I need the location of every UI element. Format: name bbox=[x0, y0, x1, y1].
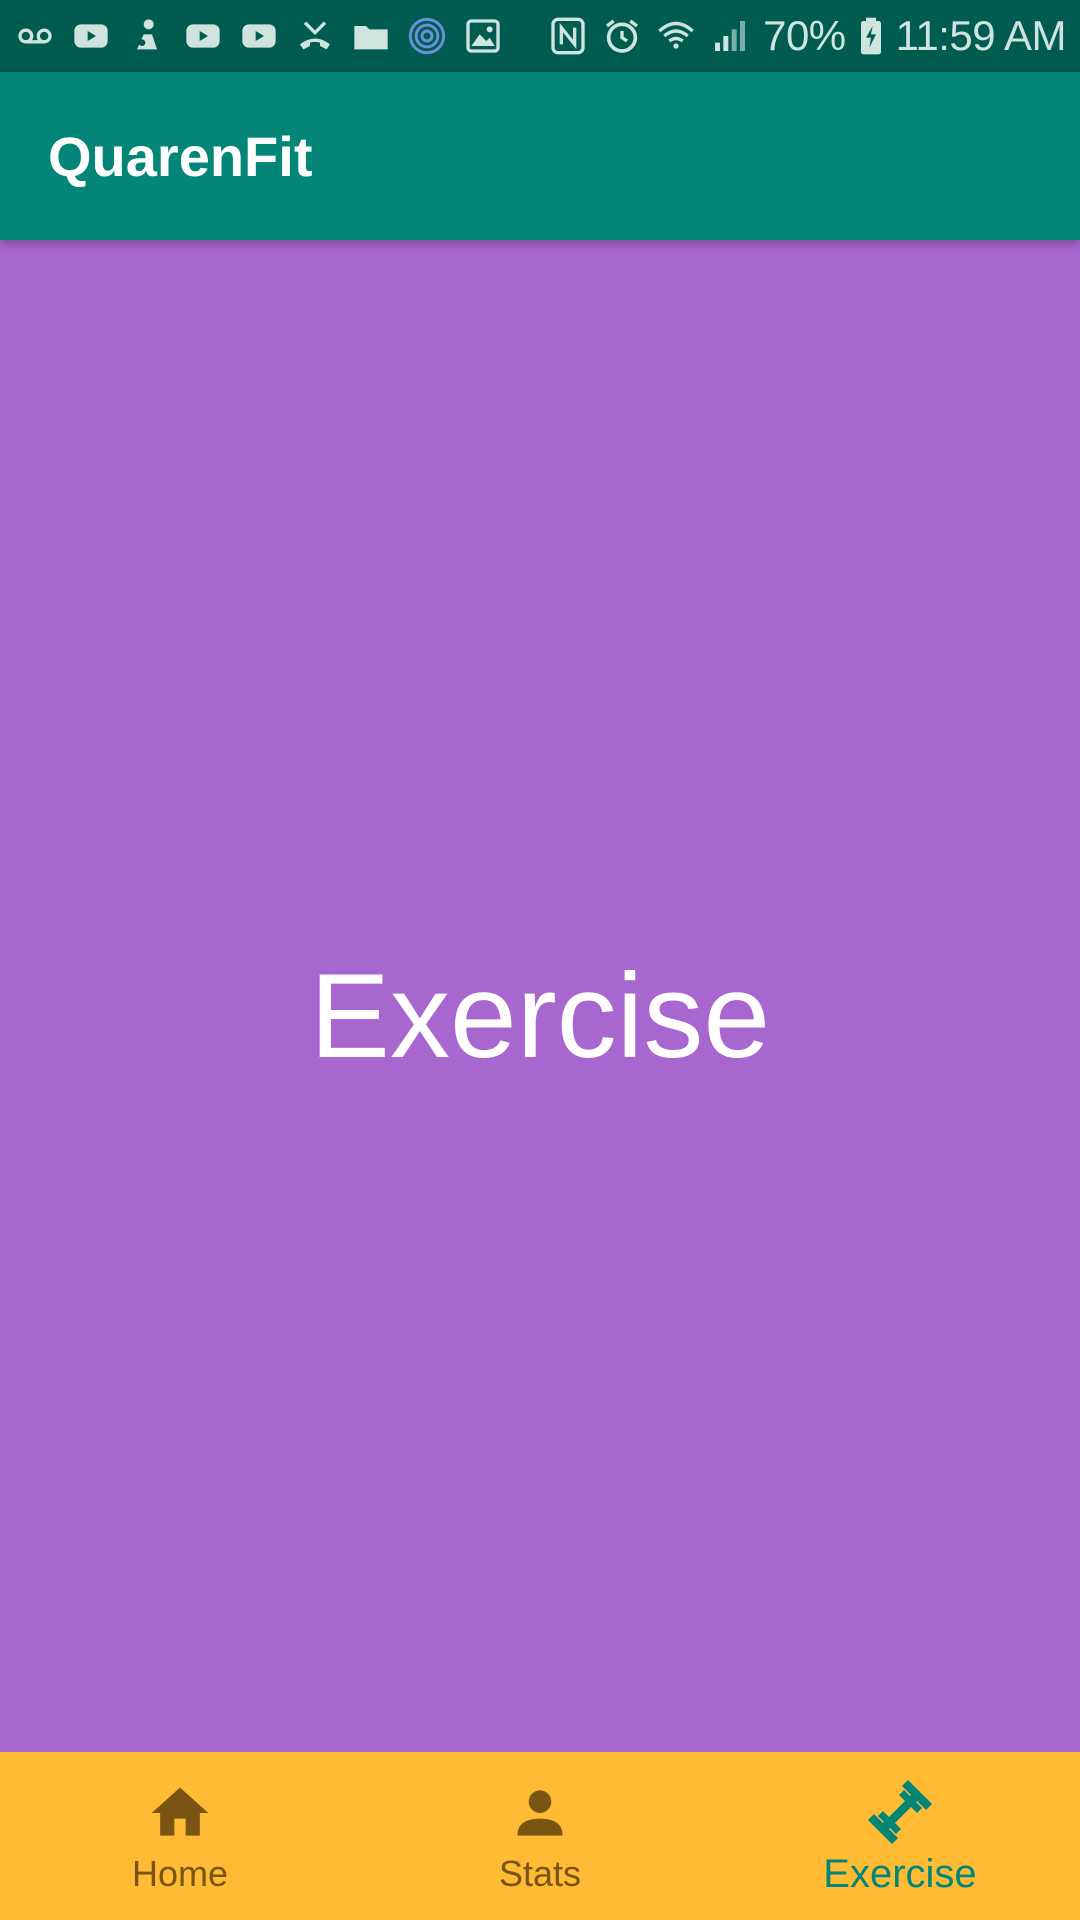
battery-percent: 70% bbox=[763, 12, 846, 59]
youtube-icon bbox=[70, 15, 112, 57]
exercise-page: Exercise bbox=[0, 240, 1080, 1752]
nfc-icon bbox=[547, 15, 589, 57]
clock: 11:59 AM bbox=[895, 12, 1067, 59]
notification-icons bbox=[14, 15, 547, 57]
bottom-navigation: Home Stats Exercise bbox=[0, 1752, 1080, 1920]
nav-label-stats: Stats bbox=[498, 1853, 582, 1894]
signal-icon bbox=[709, 15, 751, 57]
nav-item-home[interactable]: Home bbox=[0, 1752, 360, 1920]
youtube-icon bbox=[182, 15, 224, 57]
alarm-icon bbox=[601, 15, 643, 57]
battery-charging-icon bbox=[858, 15, 884, 57]
nav-item-stats[interactable]: Stats bbox=[360, 1752, 720, 1920]
app-screen: 70% 11:59 AM QuarenFit Exercise Home Sta… bbox=[0, 0, 1080, 1920]
status-bar: 70% 11:59 AM bbox=[0, 0, 1080, 72]
youtube-icon bbox=[238, 15, 280, 57]
wifi-icon bbox=[655, 15, 697, 57]
app-notification-icon bbox=[126, 15, 168, 57]
fingerprint-icon bbox=[406, 15, 448, 57]
dumbbell-icon bbox=[864, 1776, 936, 1848]
app-toolbar: QuarenFit bbox=[0, 72, 1080, 240]
page-label: Exercise bbox=[309, 949, 771, 1083]
missed-call-icon bbox=[294, 15, 336, 57]
nav-label-home: Home bbox=[131, 1853, 229, 1894]
folder-icon bbox=[350, 15, 392, 57]
system-status-icons: 70% 11:59 AM bbox=[547, 12, 1067, 60]
nav-item-exercise[interactable]: Exercise bbox=[720, 1752, 1080, 1920]
image-icon bbox=[462, 15, 504, 57]
voicemail-icon bbox=[14, 15, 56, 57]
home-icon bbox=[144, 1777, 216, 1849]
nav-label-exercise: Exercise bbox=[823, 1851, 977, 1896]
app-title: QuarenFit bbox=[48, 124, 313, 188]
person-icon bbox=[504, 1777, 576, 1849]
